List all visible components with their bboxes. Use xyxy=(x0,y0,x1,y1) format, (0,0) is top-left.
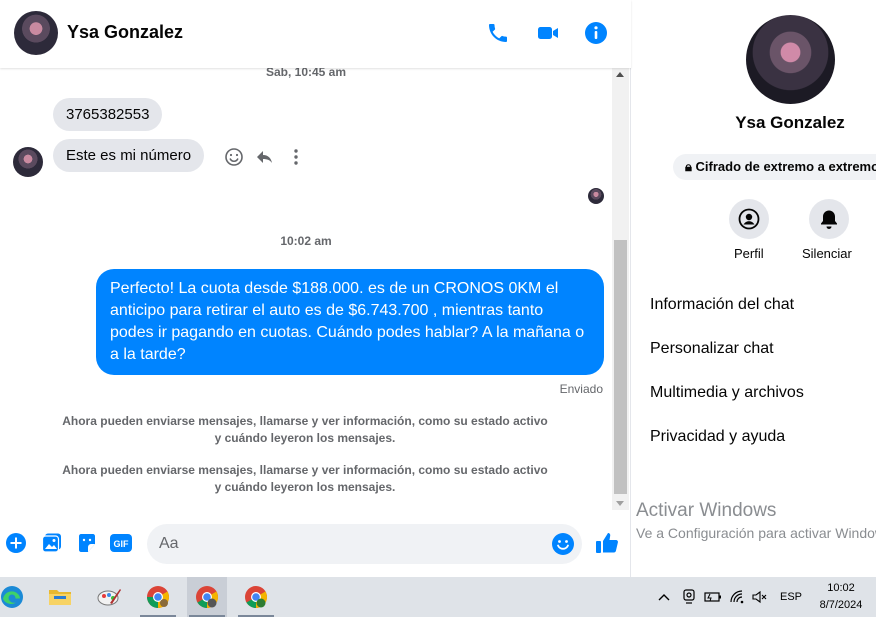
svg-text:GIF: GIF xyxy=(114,539,130,549)
scroll-up-icon[interactable] xyxy=(616,72,624,77)
battery-icon[interactable] xyxy=(703,588,723,606)
paint-app-icon[interactable] xyxy=(89,577,129,617)
mute-button[interactable] xyxy=(809,199,849,239)
activation-watermark-subtitle: Ve a Configuración para activar Windows. xyxy=(636,525,876,541)
message-input[interactable] xyxy=(147,524,582,564)
system-clock[interactable]: 10:02 8/7/2024 xyxy=(812,580,870,614)
bell-icon xyxy=(821,210,837,229)
chrome-icon[interactable] xyxy=(138,577,178,617)
composer: GIF xyxy=(0,510,631,577)
chat-header: Ysa Gonzalez xyxy=(0,0,631,68)
system-message: Ahora pueden enviarse mensajes, llamarse… xyxy=(62,414,548,445)
encryption-text: Cifrado de extremo a extremo xyxy=(695,159,876,174)
input-language[interactable]: ESP xyxy=(777,588,805,606)
info-icon[interactable] xyxy=(583,20,609,46)
chrome-icon[interactable] xyxy=(236,577,276,617)
chat-pane: Ysa Gonzalez Sab, 10:45 am 3765382553 Es… xyxy=(0,0,631,577)
profile-icon xyxy=(738,208,760,230)
message-incoming[interactable]: 3765382553 xyxy=(53,98,163,131)
emoji-icon[interactable] xyxy=(551,532,575,556)
sticker-icon[interactable] xyxy=(75,531,99,555)
plus-icon[interactable] xyxy=(4,531,28,555)
message-incoming[interactable]: Este es mi número xyxy=(53,139,205,172)
avatar[interactable] xyxy=(13,147,43,177)
messenger-window: Ysa Gonzalez Sab, 10:45 am 3765382553 Es… xyxy=(0,0,876,577)
delivery-status: Enviado xyxy=(559,382,603,396)
chrome-icon[interactable] xyxy=(187,577,227,617)
menu-item-customize-chat[interactable]: Personalizar chat xyxy=(650,340,774,358)
volume-muted-icon[interactable] xyxy=(751,588,769,606)
contact-name[interactable]: Ysa Gonzalez xyxy=(67,22,183,43)
avatar[interactable] xyxy=(14,11,58,55)
scrollbar-thumb[interactable] xyxy=(614,240,627,494)
profile-button[interactable] xyxy=(729,199,769,239)
menu-item-chat-info[interactable]: Información del chat xyxy=(650,296,794,314)
profile-label[interactable]: Perfil xyxy=(734,246,764,261)
menu-item-media-files[interactable]: Multimedia y archivos xyxy=(650,384,804,402)
mute-label[interactable]: Silenciar xyxy=(802,246,852,261)
file-explorer-icon[interactable] xyxy=(40,577,80,617)
clock-date: 8/7/2024 xyxy=(819,599,863,611)
video-call-icon[interactable] xyxy=(535,20,561,46)
scroll-down-icon[interactable] xyxy=(616,501,624,506)
thumbs-up-icon[interactable] xyxy=(593,529,621,557)
message-outgoing[interactable]: Perfecto! La cuota desde $188.000. es de… xyxy=(96,269,604,375)
encryption-badge: 🔒︎ Cifrado de extremo a extremo xyxy=(673,154,876,180)
chevron-up-icon[interactable] xyxy=(656,588,672,606)
clock-time: 10:02 xyxy=(827,582,855,594)
menu-item-privacy-help[interactable]: Privacidad y ayuda xyxy=(650,428,785,446)
reply-icon[interactable] xyxy=(254,146,276,168)
meet-now-icon[interactable] xyxy=(680,588,698,606)
wifi-icon[interactable] xyxy=(729,588,747,606)
conversation-details-panel: Ysa Gonzalez 🔒︎ Cifrado de extremo a ext… xyxy=(632,0,876,577)
phone-icon[interactable] xyxy=(485,20,511,46)
contact-name: Ysa Gonzalez xyxy=(735,113,845,132)
lock-icon: 🔒︎ xyxy=(685,159,692,174)
photo-icon[interactable] xyxy=(40,531,64,555)
message-list[interactable]: Sab, 10:45 am 3765382553 Este es mi núme… xyxy=(0,68,612,510)
edge-icon[interactable] xyxy=(0,577,32,617)
seen-indicator-avatar xyxy=(588,188,604,204)
react-icon[interactable] xyxy=(223,146,245,168)
gif-icon[interactable]: GIF xyxy=(109,531,133,555)
activation-watermark-title: Activar Windows xyxy=(636,500,777,521)
timestamp: Sab, 10:45 am xyxy=(265,68,347,79)
avatar[interactable] xyxy=(746,15,835,104)
taskbar: ESP 10:02 8/7/2024 xyxy=(0,577,876,617)
timestamp: 10:02 am xyxy=(280,234,332,248)
more-options-icon[interactable] xyxy=(285,146,307,168)
scrollbar[interactable] xyxy=(612,68,629,510)
system-message: Ahora pueden enviarse mensajes, llamarse… xyxy=(62,463,548,494)
